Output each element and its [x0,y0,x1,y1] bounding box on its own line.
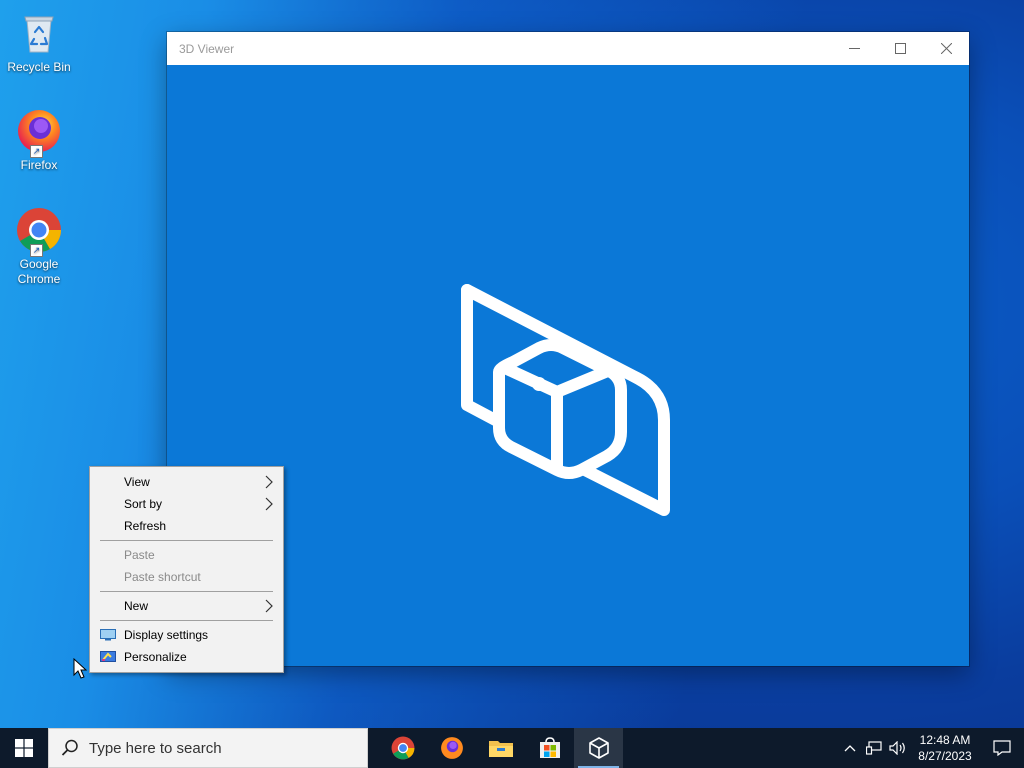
close-button[interactable] [923,32,969,65]
recycle-bin-label: Recycle Bin [7,60,71,74]
chevron-right-icon [265,475,273,489]
personalize-icon [100,651,116,662]
menu-item-label: Display settings [124,628,209,642]
menu-separator [100,620,273,621]
3d-viewer-window[interactable]: 3D Viewer [167,32,969,666]
menu-item-paste-shortcut: Paste shortcut [90,566,283,588]
menu-item-label: View [124,475,150,489]
search-placeholder: Type here to search [89,739,222,757]
clock-time: 12:48 AM [919,733,971,747]
recycle-bin-icon [14,8,64,58]
minimize-button[interactable] [831,32,877,65]
menu-item-label: Sort by [124,497,163,511]
menu-item-display-settings[interactable]: Display settings [90,624,283,646]
firefox-icon: ↗ [14,106,64,158]
menu-separator [100,540,273,541]
network-icon [866,741,882,755]
chevron-up-icon [844,745,856,752]
shortcut-arrow-icon: ↗ [30,244,43,257]
close-icon [940,43,952,54]
splash-screen [167,65,969,666]
desktop-icon-firefox[interactable]: ↗ Firefox [0,106,78,173]
menu-separator [100,591,273,592]
maximize-button[interactable] [877,32,923,65]
google-chrome-label: Google Chrome [17,257,61,286]
network-button[interactable] [862,728,886,768]
firefox-label: Firefox [20,158,58,172]
3d-viewer-logo-icon [461,284,670,516]
mouse-cursor-icon [73,658,87,679]
firefox-icon [440,737,463,759]
menu-item-personalize[interactable]: Personalize [90,646,283,668]
maximize-icon [894,43,906,54]
notification-icon [993,740,1011,756]
taskbar-app-3d-viewer[interactable] [574,728,623,768]
desktop-context-menu[interactable]: View Sort by Refresh Paste Paste shortcu… [89,466,284,673]
taskbar-app-chrome[interactable] [378,728,427,768]
window-title: 3D Viewer [179,41,235,56]
store-icon [539,737,560,758]
taskbar-search-box[interactable]: Type here to search [48,728,368,768]
chevron-right-icon [265,497,273,511]
show-hidden-icons-button[interactable] [838,728,862,768]
shortcut-arrow-icon: ↗ [30,145,43,158]
action-center-button[interactable] [980,728,1024,768]
menu-item-refresh[interactable]: Refresh [90,515,283,537]
chrome-icon [391,736,414,760]
taskbar-app-firefox[interactable] [427,728,476,768]
minimize-icon [848,48,860,49]
chrome-icon: ↗ [14,205,64,257]
menu-item-new[interactable]: New [90,595,283,617]
menu-item-label: New [124,599,149,613]
menu-item-sort-by[interactable]: Sort by [90,493,283,515]
menu-item-label: Refresh [124,519,167,533]
volume-button[interactable] [886,728,910,768]
speaker-icon [889,741,905,755]
menu-item-label: Personalize [124,650,187,664]
menu-item-label: Paste [124,548,155,562]
file-explorer-icon [488,741,513,757]
menu-item-view[interactable]: View [90,471,283,493]
menu-item-paste: Paste [90,544,283,566]
chevron-right-icon [265,599,273,613]
3d-viewer-icon [588,737,609,759]
start-button[interactable] [0,728,48,768]
desktop-icon-recycle-bin[interactable]: Recycle Bin [0,8,78,75]
clock-date: 8/27/2023 [918,749,972,763]
system-tray: 12:48 AM 8/27/2023 [838,728,1024,768]
taskbar-app-store[interactable] [525,728,574,768]
taskbar: Type here to search 12:48 AM 8/27/2023 [0,728,1024,768]
search-icon [61,739,78,756]
desktop-icon-google-chrome[interactable]: ↗ Google Chrome [0,205,78,287]
windows-logo-icon [15,739,33,757]
taskbar-app-file-explorer[interactable] [476,728,525,768]
title-bar[interactable]: 3D Viewer [167,32,969,65]
display-icon [100,629,116,641]
taskbar-clock[interactable]: 12:48 AM 8/27/2023 [910,732,980,764]
menu-item-label: Paste shortcut [124,570,201,584]
